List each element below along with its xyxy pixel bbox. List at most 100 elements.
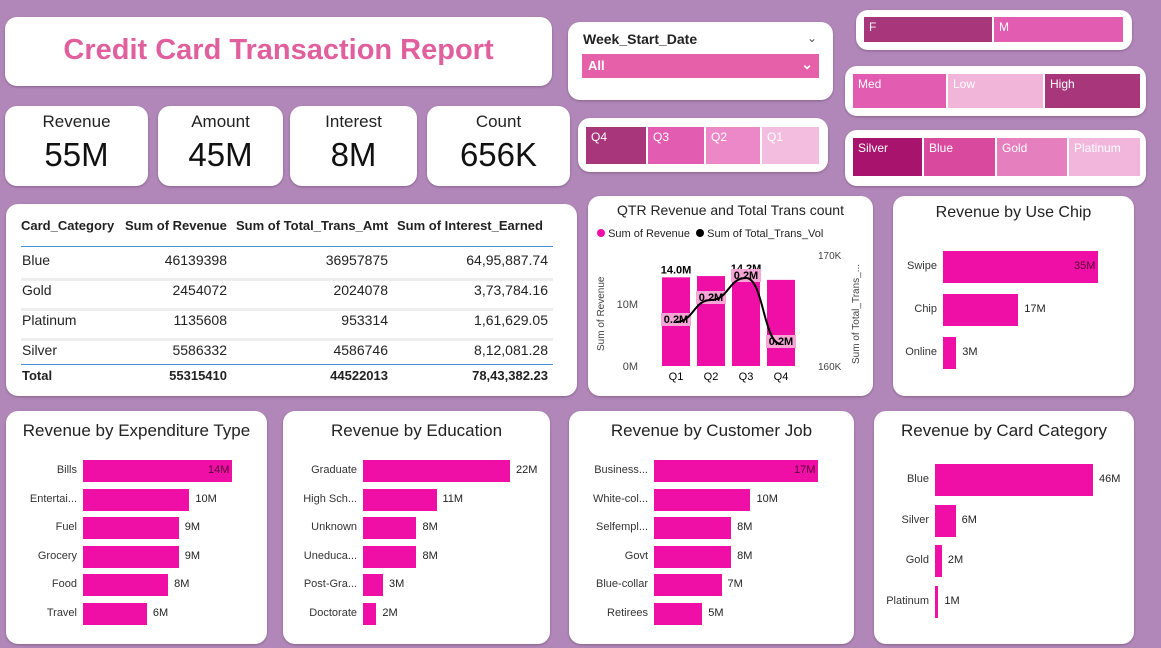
income-low-button[interactable]: Low <box>948 74 1045 108</box>
cell-trans-amt: 36957875 <box>325 252 388 268</box>
quarter-q1-button[interactable]: Q1 <box>762 127 819 164</box>
qtr-revenue-bar[interactable] <box>697 276 725 366</box>
bar-value-label: 6M <box>961 513 977 526</box>
table-row: Platinum 1135608 953314 1,61,629.05 <box>21 308 553 341</box>
report-title: Credit Card Transaction Report <box>63 34 494 66</box>
bar-category-label: Blue-collar <box>596 578 648 591</box>
bar[interactable] <box>363 517 417 540</box>
bar-category-label: Entertai... <box>29 492 77 505</box>
kpi-revenue-card: Revenue 55M <box>5 106 148 186</box>
bar[interactable] <box>943 294 1019 326</box>
bar-value-label: 35M <box>1074 260 1096 272</box>
week-dropdown-value: All <box>588 58 605 73</box>
header-revenue: Sum of Revenue <box>125 218 227 233</box>
header-card-category: Card_Category <box>21 218 115 233</box>
y-right-tick: 160K <box>818 362 842 373</box>
cell-interest: 8,12,081.28 <box>474 342 548 358</box>
card-gold-button[interactable]: Gold <box>997 138 1069 176</box>
bar[interactable] <box>654 574 722 597</box>
y-left-axis-label: Sum of Revenue <box>596 276 607 351</box>
bar[interactable] <box>363 460 510 482</box>
bar[interactable] <box>83 517 179 540</box>
bar-value-label: 10M <box>756 492 778 505</box>
cell-interest: 64,95,887.74 <box>466 252 548 268</box>
expenditure-card: Revenue by Expenditure Type Bills 14M Ente… <box>6 411 267 644</box>
bar[interactable] <box>935 464 1093 496</box>
y-right-axis-label: Sum of Total_Trans_... <box>851 264 862 364</box>
bar-category-label: Chip <box>914 303 937 315</box>
bar-value-label: 22M <box>516 464 538 476</box>
cell-card: Gold <box>22 282 52 298</box>
income-low-label: Low <box>953 77 976 91</box>
bar[interactable] <box>943 337 957 369</box>
cell-total-interest: 78,43,382.23 <box>472 368 548 383</box>
table-row: Blue 46139398 36957875 64,95,887.74 <box>21 248 553 281</box>
cell-total-trans-amt: 44522013 <box>330 368 388 383</box>
bar[interactable] <box>83 488 190 511</box>
week-dropdown[interactable]: All ⌄ <box>582 54 819 78</box>
bar-category-label: Online <box>905 346 937 358</box>
table-row: Gold 2454072 2024078 3,73,784.16 <box>21 278 553 311</box>
qtr-revenue-bar[interactable] <box>732 276 760 366</box>
bar[interactable] <box>83 574 169 597</box>
bar-category-label: Travel <box>46 607 77 619</box>
card-blue-button[interactable]: Blue <box>924 138 997 176</box>
bar-category-label: High Sch... <box>303 492 357 505</box>
bar[interactable] <box>654 517 732 540</box>
cell-trans-amt: 953314 <box>341 312 388 328</box>
quarter-q4-button[interactable]: Q4 <box>586 127 648 164</box>
customer-job-title: Revenue by Customer Job <box>610 421 813 440</box>
bar[interactable] <box>363 488 437 511</box>
quarter-q2-button[interactable]: Q2 <box>706 127 762 164</box>
quarter-q3-button[interactable]: Q3 <box>648 127 706 164</box>
bar[interactable] <box>935 585 939 618</box>
card-silver-button[interactable]: Silver <box>853 138 924 176</box>
table-total-row: Total 55315410 44522013 78,43,382.23 <box>21 366 553 388</box>
bar-category-label: Post-Gra... <box>303 578 357 591</box>
kpi-count-value: 656K <box>459 136 538 173</box>
bar[interactable] <box>654 545 732 568</box>
bar-category-label: White-col... <box>592 492 648 505</box>
card-category-table: Card_Category Sum of Revenue Sum of Tota… <box>6 204 577 396</box>
gender-f-button[interactable]: F <box>864 17 994 42</box>
gender-m-button[interactable]: M <box>994 17 1123 42</box>
quarter-q1-label: Q1 <box>767 130 784 144</box>
bar[interactable] <box>363 603 377 625</box>
card-silver-label: Silver <box>858 141 889 155</box>
bar-category-label: Silver <box>901 513 929 526</box>
education-card: Revenue by Education Graduate 22M High Sch… <box>283 411 550 644</box>
chevron-down-icon[interactable]: ⌄ <box>807 31 817 45</box>
bar[interactable] <box>935 504 956 537</box>
chevron-down-icon: ⌄ <box>801 56 813 72</box>
quarter-slicer: Q4 Q3 Q2 Q1 <box>578 118 828 172</box>
card-platinum-button[interactable]: Platinum <box>1069 138 1140 176</box>
bar[interactable] <box>654 603 703 625</box>
bar[interactable] <box>363 545 417 568</box>
quarter-q2-label: Q2 <box>711 130 728 144</box>
income-high-button[interactable]: High <box>1045 74 1140 108</box>
bar[interactable] <box>83 603 147 625</box>
bar-value-label: 14M <box>208 464 230 476</box>
bar-category-label: Blue <box>906 473 929 485</box>
bar-category-label: Business... <box>594 464 648 476</box>
expenditure-title: Revenue by Expenditure Type <box>22 421 251 440</box>
bar-value-label: 2M <box>382 607 398 619</box>
cell-revenue: 5586332 <box>172 342 227 358</box>
y-left-tick: 0M <box>623 361 638 373</box>
bar-value-label: 10M <box>195 492 217 505</box>
bar[interactable] <box>83 545 179 568</box>
bar-value-label: 6M <box>152 607 169 619</box>
kpi-interest-label: Interest <box>325 112 382 131</box>
cell-trans-amt: 4586746 <box>333 342 388 358</box>
bar[interactable] <box>935 545 942 577</box>
bar[interactable] <box>363 574 384 597</box>
qtr-category-label: Q4 <box>774 371 789 383</box>
bar[interactable] <box>654 488 751 511</box>
card-category-card: Revenue by Card Category Blue 46M Silver 6M… <box>874 411 1134 644</box>
header-interest: Sum of Interest_Earned <box>397 218 543 233</box>
income-med-button[interactable]: Med <box>853 74 948 108</box>
use-chip-title: Revenue by Use Chip <box>935 204 1092 221</box>
qtr-chart-card: QTR Revenue and Total Trans count Sum of… <box>588 196 873 396</box>
qtr-revenue-bar[interactable] <box>767 279 795 366</box>
bar-category-label: Gold <box>905 554 929 566</box>
